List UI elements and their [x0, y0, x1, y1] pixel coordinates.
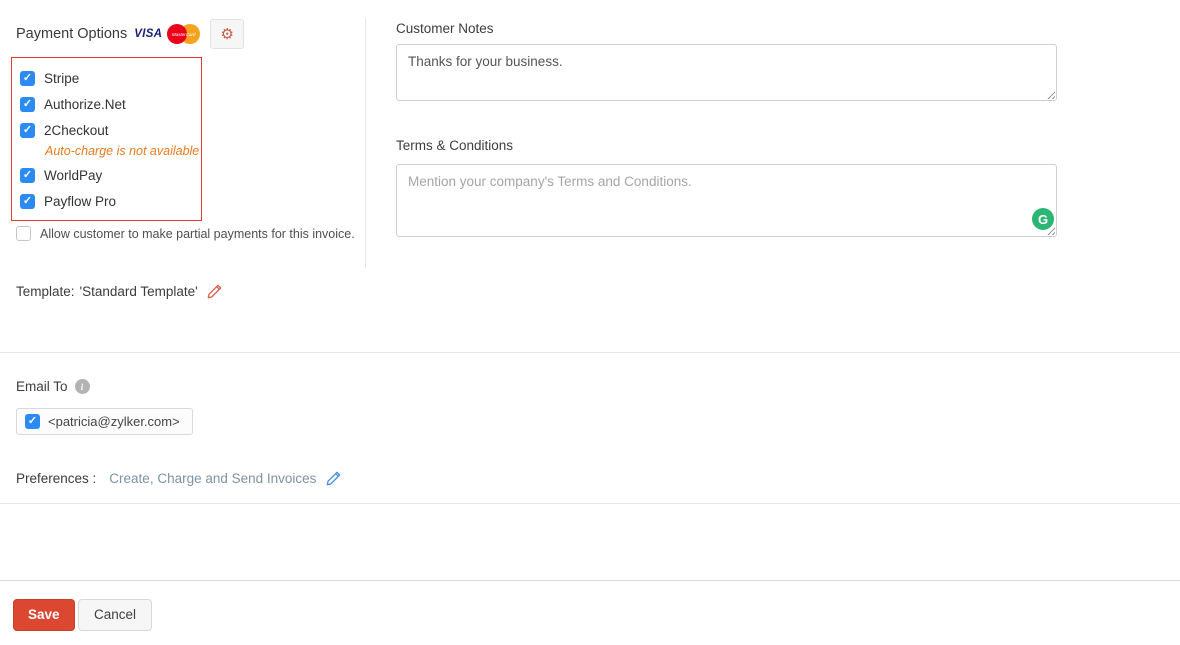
- customer-notes-field-wrap: Thanks for your business.: [396, 44, 1057, 101]
- stripe-checkbox[interactable]: [20, 71, 35, 86]
- gateway-label: WorldPay: [44, 168, 102, 183]
- gateway-list-highlight-box: Stripe Authorize.Net 2Checkout Auto-char…: [11, 57, 202, 221]
- preferences-row: Preferences : Create, Charge and Send In…: [16, 470, 342, 486]
- payment-settings-page: Payment Options VISA MasterCard Stripe A…: [0, 0, 1180, 645]
- mastercard-logo-text: MasterCard: [167, 32, 200, 37]
- save-button[interactable]: Save: [13, 599, 75, 631]
- mastercard-logo-icon: MasterCard: [167, 24, 200, 44]
- preferences-value[interactable]: Create, Charge and Send Invoices: [109, 471, 316, 486]
- payflow-pro-checkbox[interactable]: [20, 194, 35, 209]
- template-label: Template:: [16, 284, 75, 299]
- autocharge-unavailable-note: Auto-charge is not available: [45, 144, 201, 159]
- edit-template-icon[interactable]: [207, 283, 223, 299]
- 2checkout-checkbox[interactable]: [20, 123, 35, 138]
- email-recipient-address: <patricia@zylker.com>: [48, 414, 180, 429]
- terms-conditions-field-wrap: G: [396, 164, 1057, 237]
- payment-options-title: Payment Options: [16, 26, 127, 42]
- customer-notes-textarea[interactable]: Thanks for your business.: [396, 44, 1057, 101]
- column-divider: [365, 18, 366, 268]
- email-to-label: Email To: [16, 379, 68, 394]
- terms-conditions-label: Terms & Conditions: [396, 138, 513, 153]
- gateway-label: Payflow Pro: [44, 194, 116, 209]
- gateway-label: Stripe: [44, 71, 79, 86]
- customer-notes-label: Customer Notes: [396, 21, 494, 36]
- section-divider: [0, 352, 1180, 353]
- worldpay-checkbox[interactable]: [20, 168, 35, 183]
- template-row: Template: 'Standard Template': [16, 283, 223, 299]
- gateway-label: Authorize.Net: [44, 97, 126, 112]
- terms-conditions-textarea[interactable]: [396, 164, 1057, 237]
- gear-icon: [221, 27, 234, 42]
- gateway-row-authorize-net: Authorize.Net: [20, 95, 201, 113]
- email-to-row: Email To i: [16, 379, 90, 394]
- cancel-button[interactable]: Cancel: [78, 599, 152, 631]
- section-divider: [0, 503, 1180, 504]
- payment-gateway-settings-button[interactable]: [210, 19, 244, 49]
- partial-payment-checkbox[interactable]: [16, 226, 31, 241]
- gateway-row-payflow-pro: Payflow Pro: [20, 192, 201, 210]
- partial-payment-row: Allow customer to make partial payments …: [16, 226, 355, 241]
- authorize-net-checkbox[interactable]: [20, 97, 35, 112]
- preferences-label: Preferences :: [16, 471, 96, 486]
- gateway-row-worldpay: WorldPay: [20, 166, 201, 184]
- email-recipient-box: <patricia@zylker.com>: [16, 408, 193, 435]
- visa-logo-icon: VISA: [134, 28, 162, 40]
- gateway-row-stripe: Stripe: [20, 69, 201, 87]
- grammarly-icon[interactable]: G: [1032, 208, 1054, 230]
- partial-payment-label: Allow customer to make partial payments …: [40, 227, 355, 241]
- info-icon[interactable]: i: [75, 379, 90, 394]
- gateway-label: 2Checkout: [44, 123, 109, 138]
- edit-preferences-icon[interactable]: [326, 470, 342, 486]
- template-value: 'Standard Template': [80, 284, 198, 299]
- gateway-row-2checkout: 2Checkout: [20, 121, 201, 139]
- payment-options-header: Payment Options VISA MasterCard: [16, 18, 244, 50]
- footer-action-bar: Save Cancel: [0, 580, 1180, 645]
- email-recipient-checkbox[interactable]: [25, 414, 40, 429]
